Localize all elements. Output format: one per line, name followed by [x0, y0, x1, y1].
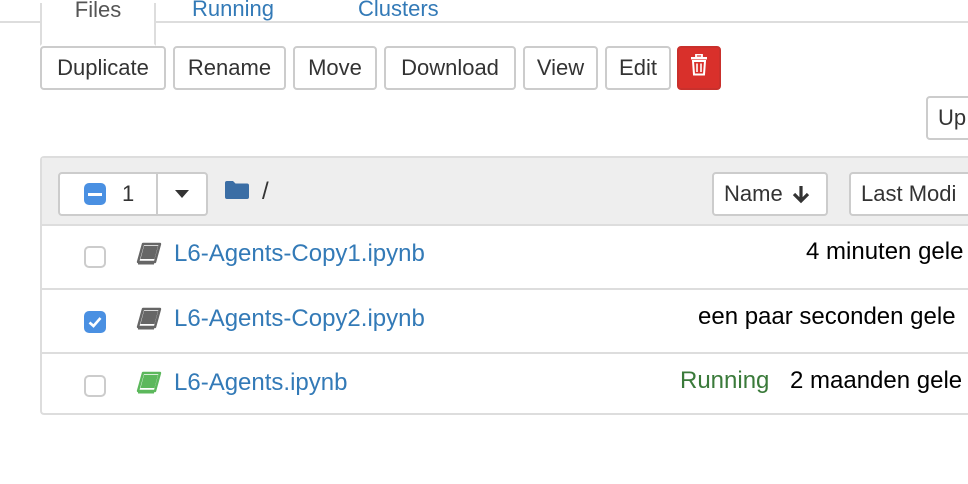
- running-notebook-icon: [136, 371, 162, 400]
- file-row[interactable]: L6-Agents-Copy2.ipynb een paar seconden …: [42, 288, 968, 352]
- row-checkbox[interactable]: [84, 375, 106, 397]
- sort-modified-label: Last Modi: [861, 181, 957, 206]
- sort-name-label: Name: [724, 181, 783, 206]
- tab-files-label: Files: [74, 0, 122, 22]
- upload-button[interactable]: Up: [926, 96, 968, 140]
- edit-button[interactable]: Edit: [605, 46, 671, 90]
- delete-button[interactable]: [677, 46, 721, 90]
- file-row[interactable]: L6-Agents.ipynb Running 2 maanden gele: [42, 352, 968, 416]
- notebook-icon: [136, 307, 162, 336]
- caret-down-icon: [175, 185, 189, 203]
- tab-files[interactable]: Files: [40, 0, 156, 46]
- selected-count: 1: [122, 181, 135, 206]
- move-button[interactable]: Move: [293, 46, 377, 90]
- folder-icon[interactable]: [224, 180, 250, 205]
- breadcrumb-root[interactable]: /: [262, 178, 269, 206]
- file-list-header: 1 / Name Last Modi: [42, 158, 968, 226]
- trash-icon: [690, 53, 708, 82]
- tab-clusters[interactable]: Clusters: [358, 0, 439, 43]
- view-button[interactable]: View: [523, 46, 598, 90]
- select-all-toggle[interactable]: 1: [60, 174, 158, 214]
- checkmark-icon: [88, 316, 102, 328]
- file-row[interactable]: L6-Agents-Copy1.ipynb 4 minuten gele: [42, 224, 968, 288]
- sort-last-modified-button[interactable]: Last Modi: [849, 172, 968, 216]
- select-all-group[interactable]: 1: [58, 172, 208, 216]
- last-modified: 4 minuten gele: [806, 238, 964, 265]
- partial-check-icon: [84, 183, 106, 205]
- file-name-link[interactable]: L6-Agents.ipynb: [174, 369, 347, 397]
- download-button[interactable]: Download: [384, 46, 516, 90]
- upload-label: Up: [938, 105, 967, 130]
- last-modified: 2 maanden gele: [790, 367, 963, 394]
- file-name-link[interactable]: L6-Agents-Copy2.ipynb: [174, 305, 425, 333]
- rename-button[interactable]: Rename: [173, 46, 286, 90]
- arrow-down-icon: [791, 184, 811, 204]
- select-dropdown-caret[interactable]: [158, 174, 206, 214]
- file-list-panel: 1 / Name Last Modi L6-Agents-Copy1.ipynb…: [40, 156, 968, 415]
- sort-name-button[interactable]: Name: [712, 172, 828, 216]
- file-name-link[interactable]: L6-Agents-Copy1.ipynb: [174, 240, 425, 268]
- row-checkbox[interactable]: [84, 311, 106, 333]
- notebook-icon: [136, 242, 162, 271]
- running-status: Running: [680, 367, 770, 394]
- row-checkbox[interactable]: [84, 246, 106, 268]
- tab-running[interactable]: Running: [192, 0, 274, 43]
- last-modified: een paar seconden gele: [698, 303, 956, 330]
- breadcrumb: /: [224, 178, 269, 206]
- tab-running-label: Running: [192, 0, 274, 21]
- duplicate-button[interactable]: Duplicate: [40, 46, 166, 90]
- tab-bar: Files Running Clusters: [0, 0, 968, 46]
- tab-clusters-label: Clusters: [358, 0, 439, 21]
